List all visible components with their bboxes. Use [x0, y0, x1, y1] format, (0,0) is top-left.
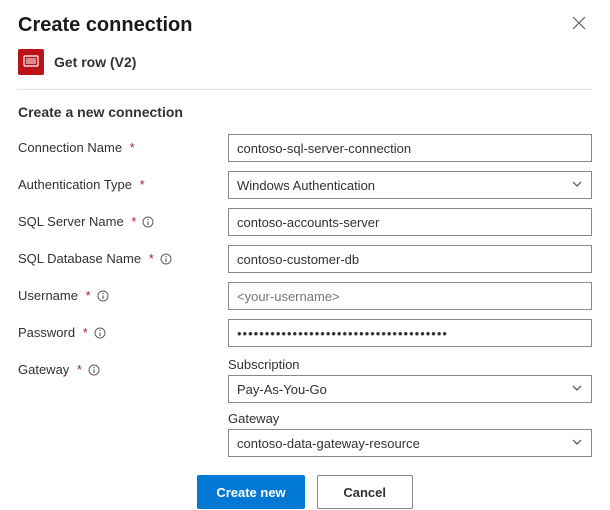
db-name-input[interactable] — [228, 245, 592, 273]
info-icon[interactable] — [142, 216, 154, 228]
info-icon[interactable] — [88, 364, 100, 376]
close-icon[interactable] — [566, 14, 592, 37]
info-icon[interactable] — [160, 253, 172, 265]
gateway-select[interactable]: contoso-data-gateway-resource — [228, 429, 592, 457]
password-input[interactable] — [228, 319, 592, 347]
auth-type-label: Authentication Type * — [18, 171, 228, 192]
subscription-select[interactable]: Pay-As-You-Go — [228, 375, 592, 403]
subscription-sublabel: Subscription — [228, 357, 592, 372]
operation-name: Get row (V2) — [54, 54, 136, 70]
sql-icon — [18, 49, 44, 75]
connection-name-input[interactable] — [228, 134, 592, 162]
password-label: Password * — [18, 319, 228, 340]
gateway-label: Gateway * — [18, 356, 228, 377]
connection-name-label: Connection Name * — [18, 134, 228, 155]
username-label: Username * — [18, 282, 228, 303]
chevron-down-icon — [571, 178, 583, 193]
username-input[interactable] — [228, 282, 592, 310]
db-name-label: SQL Database Name * — [18, 245, 228, 266]
server-name-label: SQL Server Name * — [18, 208, 228, 229]
section-heading: Create a new connection — [18, 104, 592, 120]
operation-row: Get row (V2) — [18, 49, 592, 75]
info-icon[interactable] — [94, 327, 106, 339]
cancel-button[interactable]: Cancel — [317, 475, 413, 509]
server-name-input[interactable] — [228, 208, 592, 236]
chevron-down-icon — [571, 382, 583, 397]
divider — [18, 89, 592, 90]
auth-type-select[interactable]: Windows Authentication — [228, 171, 592, 199]
chevron-down-icon — [571, 436, 583, 451]
info-icon[interactable] — [97, 290, 109, 302]
dialog-title: Create connection — [18, 14, 192, 37]
gateway-sublabel: Gateway — [228, 411, 592, 426]
create-new-button[interactable]: Create new — [197, 475, 304, 509]
